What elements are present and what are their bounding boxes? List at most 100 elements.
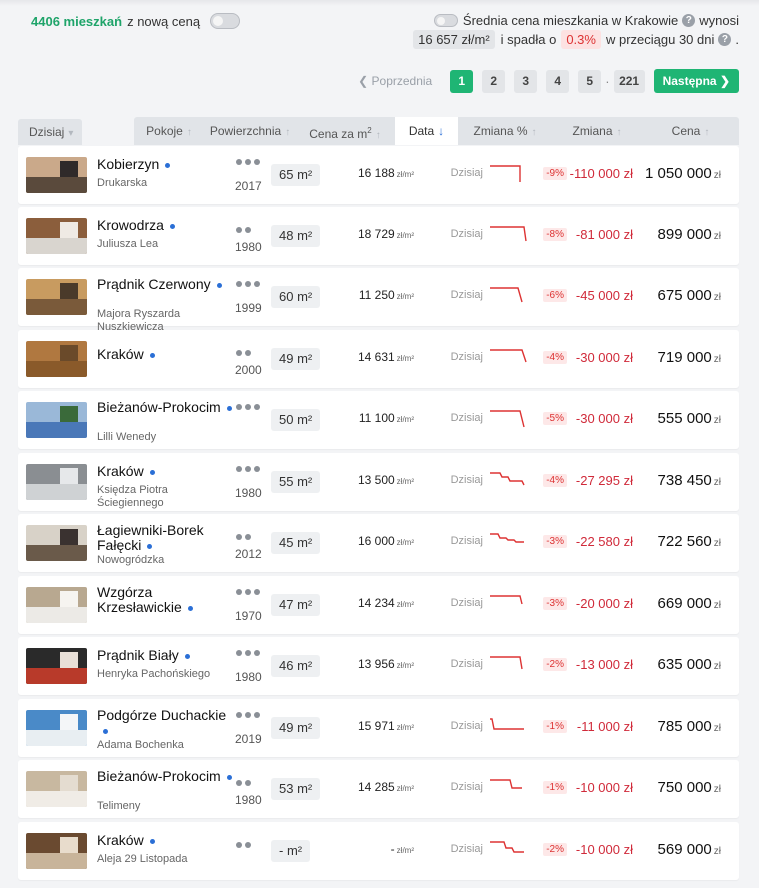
area-value: 53 <box>279 781 294 796</box>
district-link[interactable]: Wzgórza Krzesławickie <box>97 585 232 615</box>
district-link[interactable]: Bieżanów-Prokocim <box>97 400 232 415</box>
area-unit: m² <box>297 658 313 673</box>
price-unit: zł <box>713 170 721 181</box>
listing-photo[interactable] <box>26 341 87 377</box>
ppm-unit: zł/m² <box>396 231 414 240</box>
prev-page-button[interactable]: ❮ Poprzednia <box>358 74 432 88</box>
avg-price-toggle[interactable] <box>433 14 458 27</box>
room-dot <box>236 227 242 233</box>
build-year: 1980 <box>235 486 262 500</box>
table-row[interactable]: Kraków Księdza Piotra Ściegiennego 1980 … <box>18 453 739 511</box>
district-link[interactable]: Łagiewniki-Borek Fałęcki <box>97 523 232 553</box>
sort-price[interactable]: Cena ↑ <box>642 117 739 145</box>
listing-photo[interactable] <box>26 402 87 438</box>
room-dot <box>236 780 242 786</box>
sort-arrow-icon: ↑ <box>375 130 381 141</box>
table-row[interactable]: Kobierzyn Drukarska 2017 65 m² 16 188 zł/… <box>18 146 739 204</box>
col-label: Zmiana <box>572 124 613 138</box>
sort-date[interactable]: Data ↓ <box>395 117 458 145</box>
district-link[interactable]: Kraków <box>97 347 232 362</box>
listing-photo[interactable] <box>26 771 87 807</box>
chevron-down-icon: ▾ <box>68 128 74 139</box>
price-unit: zł <box>713 415 721 426</box>
listing-photo[interactable] <box>26 710 87 746</box>
listing-photo[interactable] <box>26 525 87 561</box>
area-badge: - m² <box>271 840 311 862</box>
price-history-sparkline <box>490 165 521 182</box>
area-value: - <box>279 843 284 858</box>
table-row[interactable]: Wzgórza Krzesławickie 1970 47 m² 14 234 z… <box>18 576 739 634</box>
table-row[interactable]: Kraków Aleja 29 Listopada - m² - zł/m² Dz… <box>18 822 739 880</box>
ppm-value: 13 500 <box>357 473 395 487</box>
district-link[interactable]: Prądnik Czerwony <box>97 277 232 292</box>
district-link[interactable]: Kobierzyn <box>97 157 232 172</box>
sort-rooms[interactable]: Pokoje ↑ <box>134 117 204 145</box>
district-link[interactable]: Bieżanów-Prokocim <box>97 769 232 784</box>
ppm-value: 11 250 <box>358 288 395 302</box>
listing-photo[interactable] <box>26 218 87 254</box>
build-year: 2019 <box>235 732 262 746</box>
ppm-value: 14 234 <box>357 596 395 610</box>
new-dot-icon <box>184 653 190 659</box>
listing-photo[interactable] <box>26 464 87 500</box>
pagination: ❮ Poprzednia 1 2 3 4 5 · 221 Następna ❯ <box>358 69 739 93</box>
sort-change[interactable]: Zmiana ↑ <box>552 117 642 145</box>
area-unit: m² <box>297 535 313 550</box>
page-last-button[interactable]: 221 <box>613 69 645 93</box>
new-dot-icon <box>149 352 155 358</box>
next-page-button[interactable]: Następna ❯ <box>653 69 739 93</box>
period-dropdown[interactable]: Dzisiaj ▾ <box>18 119 82 145</box>
room-dot <box>236 350 242 356</box>
table-header: Dzisiaj ▾ Pokoje ↑ Powierzchnia ↑ Cena za m… <box>18 117 739 145</box>
avg-price-suffix: wynosi <box>699 13 739 28</box>
page-1-button[interactable]: 1 <box>450 69 474 93</box>
room-dot <box>236 589 242 595</box>
sort-area[interactable]: Powierzchnia ↑ <box>204 117 296 145</box>
page-3-button[interactable]: 3 <box>514 69 538 93</box>
table-row[interactable]: Krowodrza Juliusza Lea 1980 48 m² 18 729… <box>18 207 739 265</box>
listing-photo[interactable] <box>26 279 87 315</box>
table-row[interactable]: Prądnik Biały Henryka Pachońskiego 1980 … <box>18 637 739 695</box>
help-icon[interactable]: ? <box>718 33 732 46</box>
price-value: 750 000 <box>657 779 712 796</box>
sort-change-percent[interactable]: Zmiana % ↑ <box>458 117 552 145</box>
table-row[interactable]: Kraków 2000 49 m² 14 631 zł/m² Dzisiaj -4… <box>18 330 739 388</box>
area-value: 65 <box>279 167 294 182</box>
help-icon[interactable]: ? <box>682 14 696 27</box>
table-row[interactable]: Bieżanów-Prokocim Telimeny 1980 53 m² 14… <box>18 760 739 818</box>
date-label: Dzisiaj <box>450 658 483 670</box>
price-value: 675 000 <box>657 287 712 304</box>
col-label: Zmiana % <box>473 124 528 138</box>
listing-photo[interactable] <box>26 157 87 193</box>
table-row[interactable]: Łagiewniki-Borek Fałęcki Nowogródzka 201… <box>18 514 739 572</box>
page-2-button[interactable]: 2 <box>482 69 506 93</box>
district-link[interactable]: Krowodrza <box>97 218 232 233</box>
room-dot <box>254 650 260 656</box>
room-dot <box>245 281 251 287</box>
table-row[interactable]: Podgórze Duchackie Adama Bochenka 2019 4… <box>18 699 739 757</box>
district-link[interactable]: Prądnik Biały <box>97 648 232 663</box>
listing-photo[interactable] <box>26 587 87 623</box>
rooms-indicator <box>236 466 266 472</box>
table-row[interactable]: Prądnik Czerwony Majora Ryszarda Nuszkie… <box>18 268 739 333</box>
area-value: 55 <box>279 474 294 489</box>
listing-photo[interactable] <box>26 648 87 684</box>
district-link[interactable]: Kraków <box>97 833 232 848</box>
date-label: Dzisiaj <box>450 843 483 855</box>
price-history-sparkline <box>490 349 527 363</box>
rooms-indicator <box>236 281 266 287</box>
table-row[interactable]: Bieżanów-Prokocim Lilli Wenedy 50 m² 11 … <box>18 391 739 449</box>
price-history-sparkline <box>490 533 524 543</box>
rooms-indicator <box>236 159 266 165</box>
period-end: . <box>735 32 739 47</box>
listing-photo[interactable] <box>26 833 87 869</box>
sort-price-per-m2[interactable]: Cena za m2 ↑ <box>296 117 394 145</box>
new-price-toggle[interactable] <box>210 13 241 29</box>
sparkline-path <box>490 841 524 853</box>
page-5-button[interactable]: 5 <box>578 69 602 93</box>
page-4-button[interactable]: 4 <box>546 69 570 93</box>
area-unit: m² <box>297 289 313 304</box>
district-name: Krowodrza <box>97 217 164 233</box>
district-link[interactable]: Kraków <box>97 464 232 479</box>
district-link[interactable]: Podgórze Duchackie <box>97 708 232 738</box>
